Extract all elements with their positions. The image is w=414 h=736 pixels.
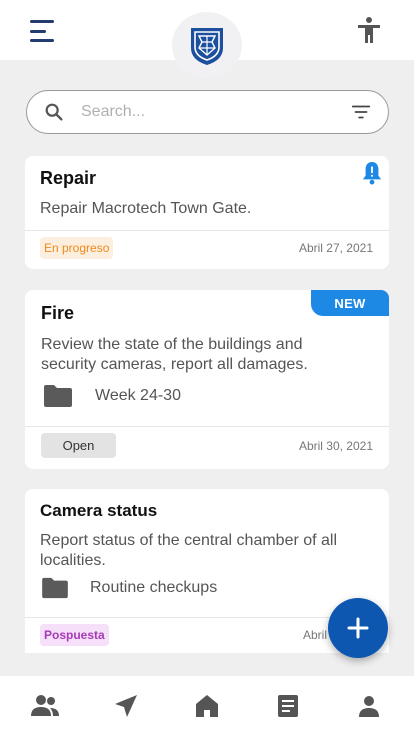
shield-logo	[172, 12, 242, 78]
folder-row: Week 24-30	[43, 384, 181, 408]
menu-icon[interactable]	[30, 20, 60, 42]
status-badge: En progreso	[40, 237, 114, 259]
nav-documents[interactable]	[268, 686, 308, 726]
app-header	[0, 0, 414, 78]
status-badge: Open	[41, 433, 116, 458]
new-tag: NEW	[311, 290, 389, 316]
bottom-nav	[0, 676, 414, 736]
plus-icon	[347, 617, 369, 639]
search-icon	[45, 103, 63, 121]
card-divider	[25, 426, 389, 427]
home-icon	[195, 695, 218, 717]
folder-label: Week 24-30	[95, 387, 181, 404]
card-date: Abril 30, 2021	[298, 439, 373, 453]
search-bar	[26, 90, 389, 134]
folder-label: Routine checkups	[90, 579, 218, 596]
card-description: Report status of the central chamber of …	[40, 532, 338, 569]
card-description: Review the state of the buildings and se…	[41, 336, 308, 373]
nav-people[interactable]	[25, 686, 65, 726]
navigation-icon	[114, 695, 137, 717]
card-description: Repair Macrotech Town Gate.	[40, 200, 252, 217]
task-card-fire[interactable]: NEW Fire Review the state of the buildin…	[25, 290, 389, 469]
people-icon	[30, 695, 59, 716]
add-task-button[interactable]	[328, 598, 388, 658]
nav-home[interactable]	[187, 686, 227, 726]
card-title: Repair	[40, 168, 97, 188]
card-divider	[25, 230, 389, 231]
status-badge: Pospuesta	[40, 624, 109, 646]
card-title: Camera status	[40, 501, 158, 520]
folder-icon	[44, 385, 72, 407]
task-card-repair[interactable]: Repair Repair Macrotech Town Gate. En pr…	[25, 156, 389, 269]
nav-navigation[interactable]	[106, 686, 146, 726]
bell-alert-icon[interactable]	[361, 160, 383, 186]
document-icon	[278, 695, 299, 717]
nav-profile[interactable]	[349, 686, 389, 726]
card-title: Fire	[41, 303, 75, 323]
folder-row: Routine checkups	[41, 577, 217, 599]
search-input[interactable]	[81, 103, 350, 121]
card-date: Abril 27, 2021	[298, 241, 373, 255]
filter-icon[interactable]	[350, 101, 372, 123]
person-icon	[359, 696, 380, 717]
folder-icon	[42, 577, 68, 599]
accessibility-icon[interactable]	[356, 16, 382, 44]
